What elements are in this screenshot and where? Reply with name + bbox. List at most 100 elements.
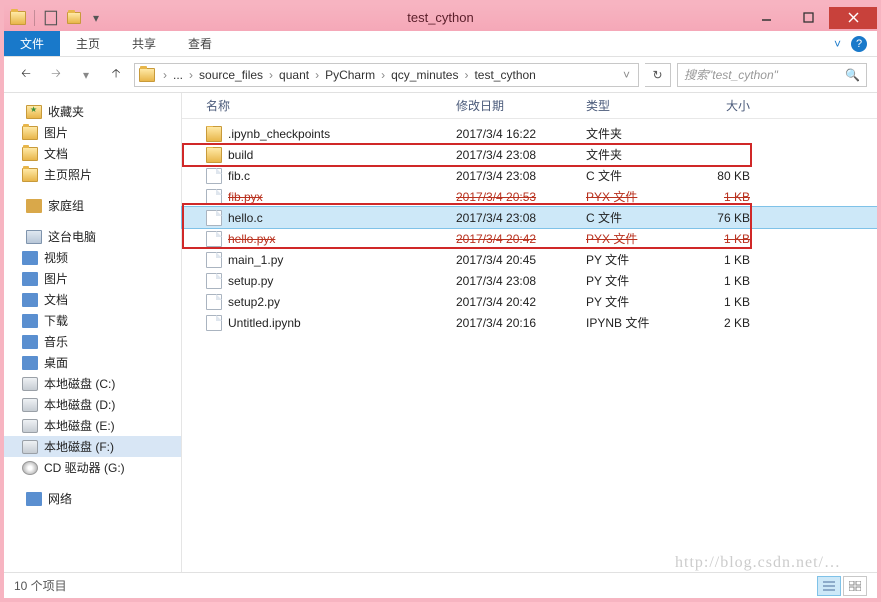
file-size: 1 KB bbox=[678, 232, 758, 246]
sidebar-homegroup[interactable]: 家庭组 bbox=[4, 195, 181, 216]
file-row[interactable]: setup2.py2017/3/4 20:42PY 文件1 KB bbox=[182, 291, 877, 312]
close-button[interactable] bbox=[829, 7, 877, 29]
quick-access-toolbar: ▾ bbox=[4, 9, 105, 27]
crumb[interactable]: test_cython bbox=[472, 68, 537, 82]
sidebar-label: 文档 bbox=[44, 291, 68, 308]
sidebar-favorites[interactable]: 收藏夹 bbox=[4, 101, 181, 122]
file-row[interactable]: .ipynb_checkpoints2017/3/4 16:22文件夹 bbox=[182, 123, 877, 144]
crumb[interactable]: quant bbox=[277, 68, 311, 82]
file-name: setup.py bbox=[228, 274, 273, 288]
file-name: .ipynb_checkpoints bbox=[228, 127, 330, 141]
file-name: build bbox=[228, 148, 253, 162]
refresh-button[interactable]: ↻ bbox=[645, 63, 671, 87]
documents-icon bbox=[22, 293, 38, 307]
sidebar-item[interactable]: 文档 bbox=[4, 289, 181, 310]
file-row[interactable]: fib.c2017/3/4 23:08C 文件80 KB bbox=[182, 165, 877, 186]
titlebar: ▾ test_cython bbox=[4, 4, 877, 31]
nav-forward-button[interactable]: 🡢 bbox=[44, 63, 68, 87]
col-date[interactable]: 修改日期 bbox=[448, 97, 578, 114]
homegroup-icon bbox=[26, 199, 42, 213]
tab-view[interactable]: 查看 bbox=[172, 31, 228, 56]
sidebar-network[interactable]: 网络 bbox=[4, 488, 181, 509]
file-row[interactable]: hello.c2017/3/4 23:08C 文件76 KB bbox=[182, 207, 877, 228]
explorer-window: ▾ test_cython 文件 主页 共享 查看 ˅ ? 🡠 🡢 ▾ 🡡 › … bbox=[4, 4, 877, 598]
file-date: 2017/3/4 23:08 bbox=[448, 169, 578, 183]
sidebar-item[interactable]: 视频 bbox=[4, 247, 181, 268]
crumb-ellipsis[interactable]: ... bbox=[171, 68, 185, 82]
folder-icon bbox=[22, 147, 38, 161]
nav-up-button[interactable]: 🡡 bbox=[104, 63, 128, 87]
sidebar-item[interactable]: 本地磁盘 (D:) bbox=[4, 394, 181, 415]
sidebar-item[interactable]: 文档 bbox=[4, 143, 181, 164]
tab-file[interactable]: 文件 bbox=[4, 31, 60, 56]
qat-properties-icon[interactable] bbox=[43, 9, 61, 27]
ribbon-collapse-icon[interactable]: ˅ bbox=[834, 37, 841, 51]
sidebar-item[interactable]: 音乐 bbox=[4, 331, 181, 352]
sidebar-label: 本地磁盘 (F:) bbox=[44, 438, 114, 455]
crumb[interactable]: qcy_minutes bbox=[389, 68, 460, 82]
crumb[interactable]: source_files bbox=[197, 68, 265, 82]
file-row[interactable]: main_1.py2017/3/4 20:45PY 文件1 KB bbox=[182, 249, 877, 270]
qat-dropdown-icon[interactable]: ▾ bbox=[87, 9, 105, 27]
search-icon[interactable]: 🔍 bbox=[845, 68, 860, 82]
file-size: 76 KB bbox=[678, 211, 758, 225]
sidebar-label: 主页照片 bbox=[44, 166, 92, 183]
col-name[interactable]: 名称 bbox=[198, 97, 448, 114]
view-toggle bbox=[817, 576, 867, 596]
tab-home[interactable]: 主页 bbox=[60, 31, 116, 56]
chevron-right-icon[interactable]: › bbox=[311, 68, 323, 82]
file-date: 2017/3/4 20:53 bbox=[448, 190, 578, 204]
tab-share[interactable]: 共享 bbox=[116, 31, 172, 56]
file-name: main_1.py bbox=[228, 253, 283, 267]
file-row[interactable]: Untitled.ipynb2017/3/4 20:16IPYNB 文件2 KB bbox=[182, 312, 877, 333]
nav-pane: 收藏夹 图片 文档 主页照片 家庭组 这台电脑 视频 图片 文档 下载 音乐 桌… bbox=[4, 93, 182, 572]
sidebar-item[interactable]: 图片 bbox=[4, 268, 181, 289]
window-controls bbox=[745, 7, 877, 29]
sidebar-item[interactable]: 桌面 bbox=[4, 352, 181, 373]
chevron-right-icon[interactable]: › bbox=[460, 68, 472, 82]
sidebar-label: 音乐 bbox=[44, 333, 68, 350]
sidebar-item[interactable]: 本地磁盘 (F:) bbox=[4, 436, 181, 457]
sidebar-item[interactable]: CD 驱动器 (G:) bbox=[4, 457, 181, 478]
sidebar-label: 本地磁盘 (C:) bbox=[44, 375, 115, 392]
search-box[interactable]: 🔍 bbox=[677, 63, 867, 87]
sidebar-item[interactable]: 本地磁盘 (E:) bbox=[4, 415, 181, 436]
nav-back-button[interactable]: 🡠 bbox=[14, 63, 38, 87]
file-date: 2017/3/4 23:08 bbox=[448, 274, 578, 288]
sidebar-item[interactable]: 下载 bbox=[4, 310, 181, 331]
minimize-button[interactable] bbox=[745, 7, 787, 29]
col-size[interactable]: 大小 bbox=[678, 97, 758, 114]
file-icon bbox=[206, 252, 222, 268]
sidebar-item[interactable]: 本地磁盘 (C:) bbox=[4, 373, 181, 394]
crumb[interactable]: PyCharm bbox=[323, 68, 377, 82]
chevron-right-icon[interactable]: › bbox=[377, 68, 389, 82]
breadcrumb[interactable]: › ... › source_files › quant › PyCharm ›… bbox=[134, 63, 639, 87]
chevron-down-icon[interactable]: ˅ bbox=[619, 68, 634, 82]
qat-newfolder-icon[interactable] bbox=[65, 9, 83, 27]
col-type[interactable]: 类型 bbox=[578, 97, 678, 114]
nav-history-dropdown[interactable]: ▾ bbox=[74, 63, 98, 87]
file-row[interactable]: fib.pyx2017/3/4 20:53PYX 文件1 KB bbox=[182, 186, 877, 207]
file-row[interactable]: setup.py2017/3/4 23:08PY 文件1 KB bbox=[182, 270, 877, 291]
sidebar-thispc[interactable]: 这台电脑 bbox=[4, 226, 181, 247]
sidebar-label: 桌面 bbox=[44, 354, 68, 371]
file-date: 2017/3/4 23:08 bbox=[448, 211, 578, 225]
file-row[interactable]: build2017/3/4 23:08文件夹 bbox=[182, 144, 877, 165]
file-list-area: 名称 修改日期 类型 大小 .ipynb_checkpoints2017/3/4… bbox=[182, 93, 877, 572]
folder-icon bbox=[22, 168, 38, 182]
file-row[interactable]: hello.pyx2017/3/4 20:42PYX 文件1 KB bbox=[182, 228, 877, 249]
sidebar-item[interactable]: 图片 bbox=[4, 122, 181, 143]
chevron-right-icon[interactable]: › bbox=[185, 68, 197, 82]
view-details-button[interactable] bbox=[817, 576, 841, 596]
file-type: PYX 文件 bbox=[578, 188, 678, 205]
search-input[interactable] bbox=[684, 68, 845, 82]
file-icon bbox=[206, 231, 222, 247]
view-icons-button[interactable] bbox=[843, 576, 867, 596]
file-name: fib.pyx bbox=[228, 190, 263, 204]
sidebar-item[interactable]: 主页照片 bbox=[4, 164, 181, 185]
column-headers: 名称 修改日期 类型 大小 bbox=[182, 93, 877, 119]
chevron-right-icon[interactable]: › bbox=[159, 68, 171, 82]
help-icon[interactable]: ? bbox=[851, 36, 867, 52]
maximize-button[interactable] bbox=[787, 7, 829, 29]
chevron-right-icon[interactable]: › bbox=[265, 68, 277, 82]
